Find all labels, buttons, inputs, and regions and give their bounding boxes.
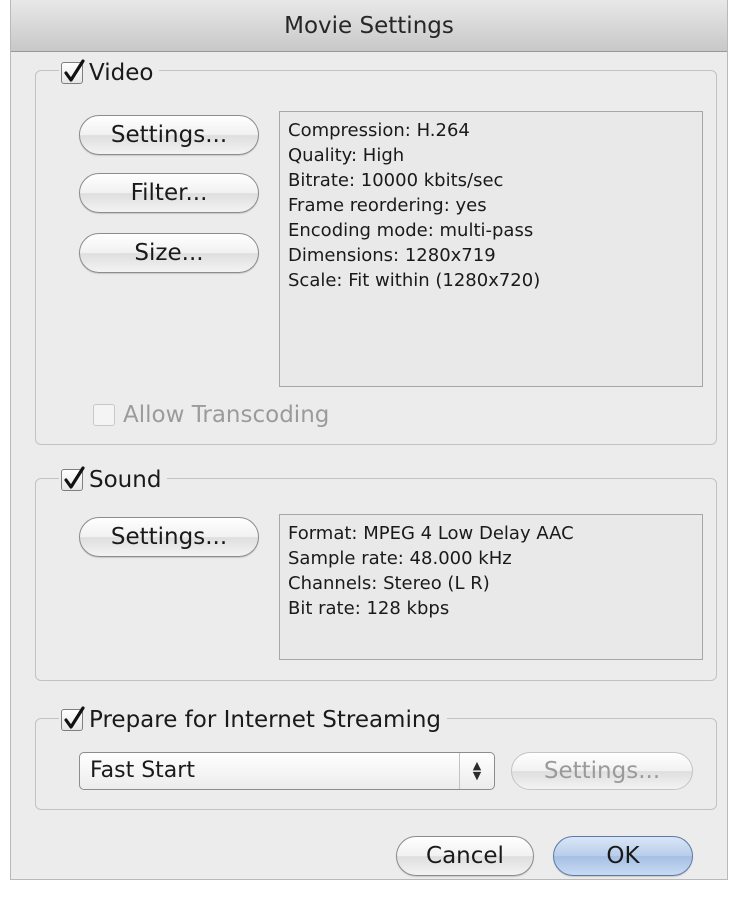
cancel-button[interactable]: Cancel <box>396 836 534 876</box>
updown-arrows-icon: ▲ ▼ <box>459 753 494 789</box>
streaming-mode-value: Fast Start <box>90 758 195 783</box>
video-group-legend: Video <box>59 58 160 88</box>
streaming-group-legend: Prepare for Internet Streaming <box>59 705 448 735</box>
video-info-line: Frame reordering: yes <box>288 195 487 216</box>
ok-button[interactable]: OK <box>553 836 693 876</box>
sound-settings-button[interactable]: Settings... <box>79 517 259 557</box>
allow-transcoding-checkbox[interactable] <box>93 404 115 426</box>
sound-checkbox[interactable] <box>61 466 85 491</box>
video-info-line: Dimensions: 1280x719 <box>288 245 496 266</box>
video-checkbox[interactable] <box>61 59 85 84</box>
video-size-button[interactable]: Size... <box>79 233 259 273</box>
video-filter-button[interactable]: Filter... <box>79 173 259 213</box>
sound-info-line: Bit rate: 128 kbps <box>288 598 450 619</box>
streaming-settings-button[interactable]: Settings... <box>511 752 693 790</box>
video-info-line: Compression: H.264 <box>288 120 470 141</box>
sound-group-legend: Sound <box>59 465 168 495</box>
video-info-line: Scale: Fit within (1280x720) <box>288 270 541 291</box>
sound-label: Sound <box>89 467 162 493</box>
streaming-mode-select[interactable]: Fast Start ▲ ▼ <box>79 752 495 790</box>
movie-settings-dialog: Movie Settings Video Settings... Filter.… <box>10 0 728 880</box>
video-info-line: Quality: High <box>288 145 405 166</box>
checkmark-icon <box>64 466 85 489</box>
sound-info-line: Format: MPEG 4 Low Delay AAC <box>288 523 574 544</box>
window-title: Movie Settings <box>11 0 727 52</box>
sound-info-box: Format: MPEG 4 Low Delay AAC Sample rate… <box>279 514 703 660</box>
checkmark-icon <box>64 59 85 82</box>
video-info-line: Bitrate: 10000 kbits/sec <box>288 170 504 191</box>
allow-transcoding-row: Allow Transcoding <box>93 402 329 428</box>
sound-info-line: Sample rate: 48.000 kHz <box>288 548 512 569</box>
video-settings-button[interactable]: Settings... <box>79 115 259 155</box>
sound-info-line: Channels: Stereo (L R) <box>288 573 490 594</box>
video-label: Video <box>89 60 154 86</box>
video-info-box: Compression: H.264 Quality: High Bitrate… <box>279 111 703 387</box>
checkmark-icon <box>64 706 85 729</box>
video-info-line: Encoding mode: multi-pass <box>288 220 534 241</box>
streaming-label: Prepare for Internet Streaming <box>89 707 442 733</box>
allow-transcoding-label: Allow Transcoding <box>123 402 330 428</box>
streaming-checkbox[interactable] <box>61 706 85 731</box>
